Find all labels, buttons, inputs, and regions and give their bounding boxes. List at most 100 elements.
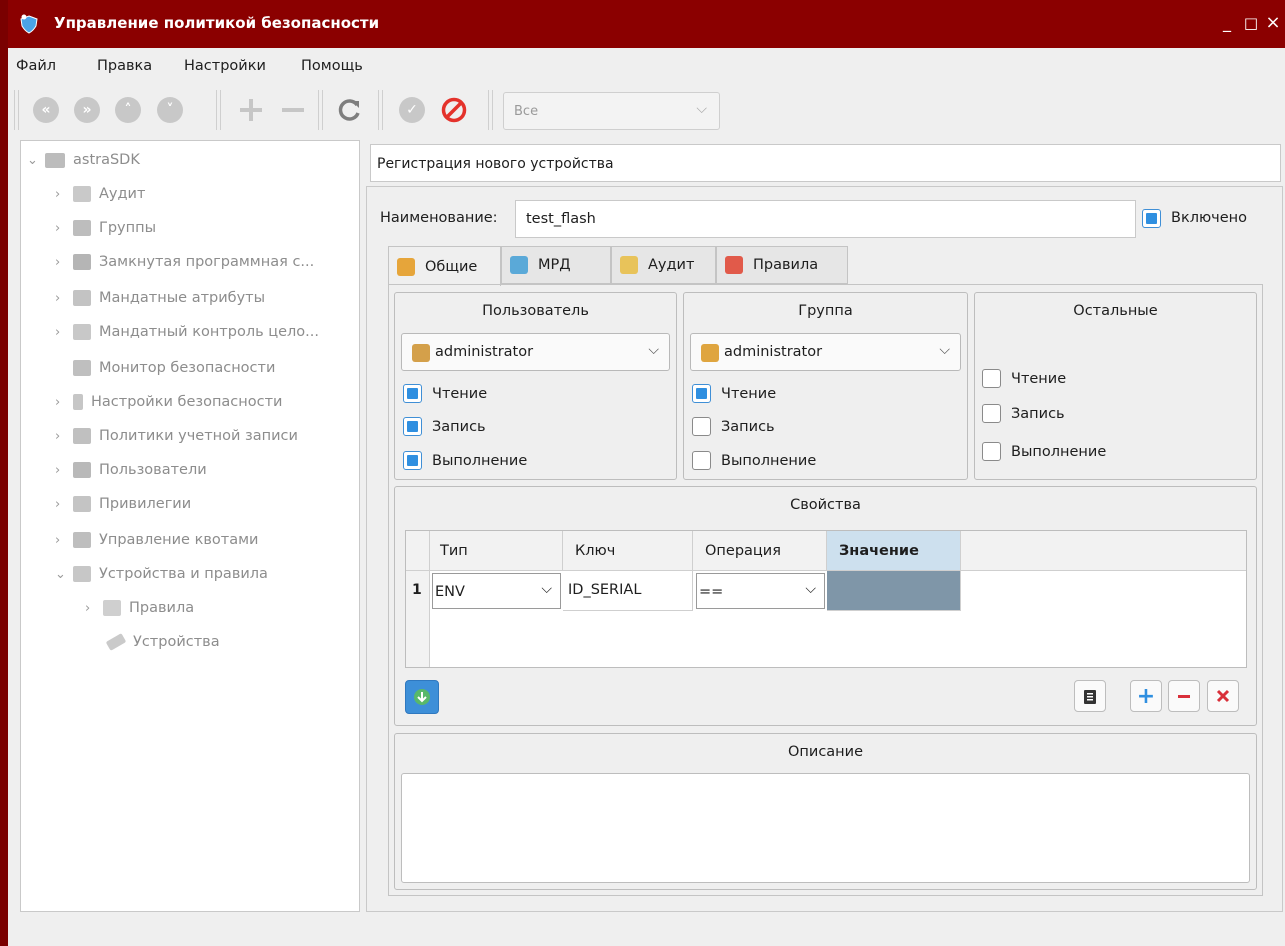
others-write-option[interactable]: Запись: [982, 404, 1065, 423]
tree-root[interactable]: ⌄ astraSDK: [27, 145, 140, 175]
close-button[interactable]: ×: [1262, 12, 1284, 34]
column-header-value[interactable]: Значение: [827, 531, 961, 571]
expand-icon[interactable]: ›: [55, 533, 73, 548]
expand-icon[interactable]: ›: [55, 497, 73, 512]
group-exec-option[interactable]: Выполнение: [692, 451, 816, 470]
group-read-checkbox[interactable]: [692, 384, 711, 403]
user-read-checkbox[interactable]: [403, 384, 422, 403]
add-row-button[interactable]: +: [1130, 680, 1162, 712]
user-exec-option[interactable]: Выполнение: [403, 451, 527, 470]
filter-select[interactable]: Все ⌵: [503, 92, 720, 130]
menu-settings[interactable]: Настройки: [184, 58, 266, 74]
import-button[interactable]: [405, 680, 439, 714]
expand-icon[interactable]: ›: [55, 395, 73, 410]
tab-audit[interactable]: Аудит: [611, 246, 716, 284]
tree-item-devices[interactable]: Устройства: [105, 627, 220, 657]
tab-mrd[interactable]: МРД: [501, 246, 611, 284]
group-write-checkbox[interactable]: [692, 417, 711, 436]
tab-rules[interactable]: Правила: [716, 246, 848, 284]
enabled-checkbox[interactable]: [1142, 209, 1161, 228]
menu-edit[interactable]: Правка: [97, 58, 152, 74]
column-header-label: Значение: [839, 543, 919, 559]
down-button[interactable]: ˅: [155, 95, 185, 125]
group-exec-checkbox[interactable]: [692, 451, 711, 470]
enabled-label: Включено: [1171, 210, 1248, 226]
clear-rows-button[interactable]: [1207, 680, 1239, 712]
user-exec-checkbox[interactable]: [403, 451, 422, 470]
tree-item-users[interactable]: › Пользователи: [55, 455, 207, 485]
tree-item-label: Замкнутая программная с...: [99, 254, 315, 270]
expand-icon[interactable]: ›: [85, 601, 103, 616]
tree-item-closed-env[interactable]: › Замкнутая программная с...: [55, 247, 314, 277]
apply-button[interactable]: ✓: [397, 95, 427, 125]
collapse-icon[interactable]: ⌄: [27, 153, 45, 168]
tree-item-mandatory-attrs[interactable]: › Мандатные атрибуты: [55, 283, 265, 313]
description-textarea[interactable]: [401, 773, 1250, 883]
tree-item-rules[interactable]: › Правила: [85, 593, 194, 623]
cancel-button[interactable]: [439, 95, 469, 125]
row-index: 1: [412, 582, 422, 598]
tree-item-devices-rules[interactable]: ⌄ Устройства и правила: [55, 559, 268, 589]
tree-item-groups[interactable]: › Группы: [55, 213, 156, 243]
checkbox-label: Чтение: [432, 385, 488, 402]
group-select[interactable]: administrator ⌵: [690, 333, 961, 371]
remove-button[interactable]: [278, 95, 308, 125]
column-header-key[interactable]: Ключ: [563, 531, 693, 571]
expand-icon[interactable]: ›: [55, 325, 73, 340]
tab-label: Аудит: [648, 257, 695, 273]
refresh-button[interactable]: [335, 95, 365, 125]
chevron-down-icon: ⌵: [648, 342, 659, 358]
expand-icon[interactable]: ›: [55, 255, 73, 270]
others-write-checkbox[interactable]: [982, 404, 1001, 423]
copy-button[interactable]: [1074, 680, 1106, 712]
tree-item-quotas[interactable]: › Управление квотами: [55, 525, 258, 555]
tree-item-label: Монитор безопасности: [99, 360, 276, 376]
minus-icon: [1178, 695, 1190, 698]
expand-icon[interactable]: ›: [55, 429, 73, 444]
operation-cell-select[interactable]: == ⌵: [696, 573, 825, 609]
column-header-operation[interactable]: Операция: [693, 531, 827, 571]
collapse-icon[interactable]: ⌄: [55, 567, 73, 582]
others-exec-checkbox[interactable]: [982, 442, 1001, 461]
menu-help[interactable]: Помощь: [301, 58, 363, 74]
tree-item-security-monitor[interactable]: Монитор безопасности: [73, 353, 275, 383]
remove-row-button[interactable]: [1168, 680, 1200, 712]
others-read-option[interactable]: Чтение: [982, 369, 1066, 388]
expand-icon[interactable]: ›: [55, 463, 73, 478]
user-select[interactable]: administrator ⌵: [401, 333, 670, 371]
others-read-checkbox[interactable]: [982, 369, 1001, 388]
tree-item-privileges[interactable]: › Привилегии: [55, 489, 191, 519]
others-exec-option[interactable]: Выполнение: [982, 442, 1106, 461]
expand-icon[interactable]: ›: [55, 187, 73, 202]
group-read-option[interactable]: Чтение: [692, 384, 776, 403]
rules-icon: [103, 600, 121, 616]
tree-item-integrity-control[interactable]: › Мандатный контроль цело...: [55, 317, 319, 347]
column-header-type[interactable]: Тип: [430, 531, 563, 571]
group-write-option[interactable]: Запись: [692, 417, 775, 436]
tree-item-account-policies[interactable]: › Политики учетной записи: [55, 421, 298, 451]
key-cell[interactable]: ID_SERIAL: [563, 571, 693, 611]
maximize-button[interactable]: □: [1240, 12, 1262, 34]
tree-item-security-settings[interactable]: › Настройки безопасности: [55, 387, 282, 417]
type-cell-select[interactable]: ENV ⌵: [432, 573, 561, 609]
tab-general[interactable]: Общие: [388, 246, 501, 286]
title-bar[interactable]: Управление политикой безопасности _ □ ×: [8, 0, 1285, 48]
user-read-option[interactable]: Чтение: [403, 384, 487, 403]
user-select-value: administrator: [435, 344, 534, 360]
tree-item-audit[interactable]: › Аудит: [55, 179, 145, 209]
chevron-down-icon: ⌵: [805, 581, 816, 597]
minimize-button[interactable]: _: [1216, 12, 1238, 34]
window-title: Управление политикой безопасности: [54, 14, 380, 32]
first-button[interactable]: «: [31, 95, 61, 125]
expand-icon[interactable]: ›: [55, 291, 73, 306]
navigation-tree: ⌄ astraSDK › Аудит › Группы › Замкнутая …: [20, 140, 360, 912]
user-write-option[interactable]: Запись: [403, 417, 486, 436]
last-button[interactable]: »: [72, 95, 102, 125]
add-button[interactable]: [236, 95, 266, 125]
menu-file[interactable]: Файл: [16, 58, 56, 74]
up-button[interactable]: ˄: [113, 95, 143, 125]
user-write-checkbox[interactable]: [403, 417, 422, 436]
expand-icon[interactable]: ›: [55, 221, 73, 236]
value-cell[interactable]: [827, 571, 961, 611]
name-input[interactable]: test_flash: [515, 200, 1136, 238]
